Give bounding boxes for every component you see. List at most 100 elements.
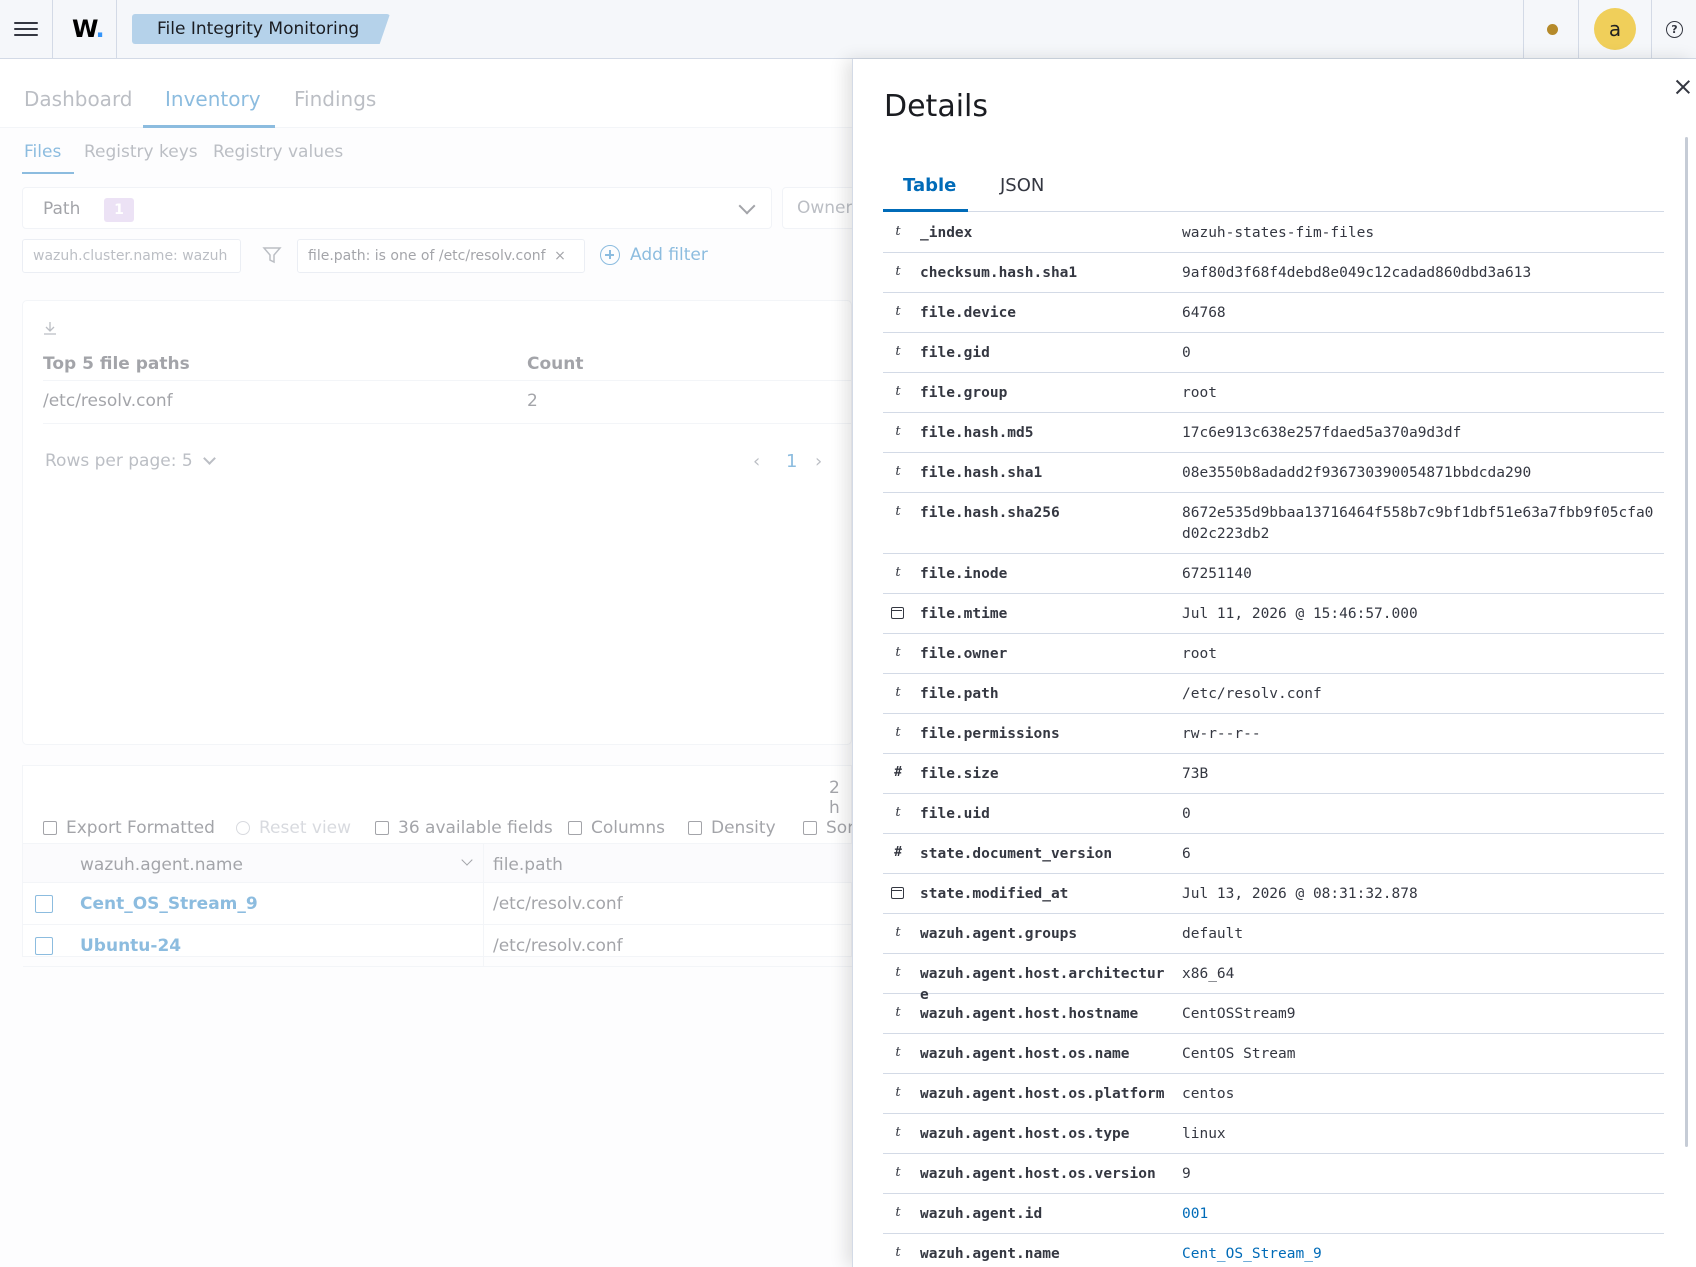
density-button[interactable]: Density (688, 818, 776, 838)
detail-row: t wazuh.agent.host.architecture x86_64 (883, 954, 1664, 1003)
top-header: W. File Integrity Monitoring a ? (0, 0, 1696, 59)
text-type-icon: t (895, 224, 901, 239)
field-value: root (1182, 385, 1217, 401)
filter-pill-cluster[interactable]: wazuh.cluster.name: wazuh (22, 239, 241, 273)
tab-inventory[interactable]: Inventory (165, 87, 261, 111)
field-name: file.device (920, 305, 1017, 321)
export-formatted-button[interactable]: Export Formatted (43, 818, 215, 838)
number-type-icon: # (894, 765, 902, 780)
rows-per-page-selector[interactable]: Rows per page: 5 (45, 451, 216, 471)
sort-label: Sor (826, 818, 852, 838)
download-icon[interactable] (43, 321, 57, 335)
text-type-icon: t (895, 645, 901, 660)
text-type-icon: t (895, 1125, 901, 1140)
export-label: Export Formatted (66, 818, 215, 838)
available-fields-button[interactable]: 36 available fields (375, 818, 553, 838)
header-divider (116, 0, 117, 58)
text-type-icon: t (895, 725, 901, 740)
chevron-down-icon[interactable] (738, 197, 756, 215)
field-value: Jul 11, 2026 @ 15:46:57.000 (1182, 606, 1418, 622)
text-type-icon: t (895, 1005, 901, 1020)
table-divider (43, 423, 852, 424)
wazuh-logo[interactable]: W. (72, 15, 105, 43)
remove-filter-icon[interactable]: × (554, 248, 566, 264)
notification-dot-icon[interactable] (1547, 24, 1558, 35)
flyout-title: Details (884, 89, 989, 124)
field-name: state.modified_at (920, 886, 1069, 902)
detail-row: t file.permissions rw-r--r-- (883, 714, 1664, 754)
detail-row: t file.gid 0 (883, 333, 1664, 373)
tab-table[interactable]: Table (903, 175, 956, 196)
rows-per-page-label: Rows per page: 5 (45, 451, 193, 471)
path-label: Path (43, 199, 81, 219)
tab-dashboard[interactable]: Dashboard (24, 87, 133, 111)
column-header-agent-name[interactable]: wazuh.agent.name (80, 855, 243, 875)
table-row[interactable]: Cent_OS_Stream_9 /etc/resolv.conf (23, 883, 852, 925)
flyout-scrollbar[interactable] (1685, 137, 1688, 1147)
prev-page-button[interactable]: ‹ (753, 451, 760, 472)
text-type-icon: t (895, 925, 901, 940)
field-name: file.inode (920, 566, 1008, 582)
file-path-cell: /etc/resolv.conf (493, 894, 623, 914)
field-name: wazuh.agent.host.os.type (920, 1126, 1130, 1142)
columns-button[interactable]: Columns (568, 818, 665, 838)
field-value: linux (1182, 1126, 1226, 1142)
detail-row: t file.hash.sha1 08e3550b8adadd2f936730390… (883, 453, 1664, 493)
detail-row: t file.uid 0 (883, 794, 1664, 834)
user-avatar[interactable]: a (1594, 8, 1636, 50)
table-row[interactable]: Ubuntu-24 /etc/resolv.conf (23, 925, 852, 967)
sort-button[interactable]: Sor (803, 818, 852, 838)
column-header-count[interactable]: Count (527, 354, 584, 374)
add-filter-button[interactable]: Add filter (600, 245, 708, 265)
breadcrumb-fim[interactable]: File Integrity Monitoring (132, 14, 390, 44)
text-type-icon: t (895, 1205, 901, 1220)
detail-row: t file.path/etc/resolv.conf (883, 674, 1664, 714)
help-icon[interactable]: ? (1666, 21, 1683, 38)
reset-label: Reset view (259, 818, 352, 838)
field-name: file.permissions (920, 726, 1060, 742)
field-name: wazuh.agent.name (920, 1246, 1060, 1262)
field-value: x86_64 (1182, 966, 1235, 982)
field-value: 0 (1182, 806, 1191, 822)
owner-selector[interactable]: Owner (782, 187, 852, 229)
field-value: /etc/resolv.conf (1182, 686, 1322, 702)
page-number[interactable]: 1 (786, 451, 797, 472)
next-page-button[interactable]: › (815, 451, 822, 472)
inspect-document-icon[interactable] (35, 937, 53, 955)
text-type-icon: t (895, 805, 901, 820)
column-header-path[interactable]: Top 5 file paths (43, 354, 190, 374)
field-value-link[interactable]: Cent_OS_Stream_9 (1182, 1234, 1664, 1267)
filter-pill-path[interactable]: file.path: is one of /etc/resolv.conf × (297, 239, 585, 273)
close-icon[interactable] (1673, 77, 1693, 97)
column-header-file-path[interactable]: file.path (493, 855, 563, 875)
hits-count: 2 h (829, 778, 840, 818)
menu-icon[interactable] (14, 18, 38, 40)
agent-name-link[interactable]: Cent_OS_Stream_9 (80, 894, 258, 914)
subtab-registry-values[interactable]: Registry values (213, 142, 343, 162)
fields-label: 36 available fields (398, 818, 553, 838)
field-value: 9af80d3f68f4debd8e049c12cadad860dbd3a613 (1182, 265, 1532, 281)
detail-row: t wazuh.agent.host.os.platform centos (883, 1074, 1664, 1114)
agent-name-link[interactable]: Ubuntu-24 (80, 936, 181, 956)
path-selector[interactable]: Path 1 (22, 187, 772, 229)
inspect-document-icon[interactable] (35, 895, 53, 913)
field-value: rw-r--r-- (1182, 726, 1261, 742)
reset-icon (236, 821, 250, 835)
chevron-down-icon[interactable] (461, 854, 473, 866)
field-value: CentOS Stream (1182, 1046, 1296, 1062)
number-type-icon: # (894, 845, 902, 860)
field-name: file.size (920, 766, 999, 782)
tab-json[interactable]: JSON (1000, 175, 1044, 196)
field-value-link[interactable]: 001 (1182, 1194, 1664, 1233)
reset-view-button[interactable]: Reset view (236, 818, 351, 838)
subtab-files[interactable]: Files (24, 142, 61, 162)
grid-header: wazuh.agent.name file.path (23, 843, 852, 884)
calendar-icon (891, 887, 904, 899)
field-name: wazuh.agent.host.os.version (920, 1166, 1156, 1182)
tab-findings[interactable]: Findings (294, 87, 376, 111)
filter-icon[interactable] (262, 245, 282, 265)
table-cell-count: 2 (527, 391, 538, 411)
text-type-icon: t (895, 1165, 901, 1180)
detail-row: t file.device 64768 (883, 293, 1664, 333)
subtab-registry-keys[interactable]: Registry keys (84, 142, 198, 162)
